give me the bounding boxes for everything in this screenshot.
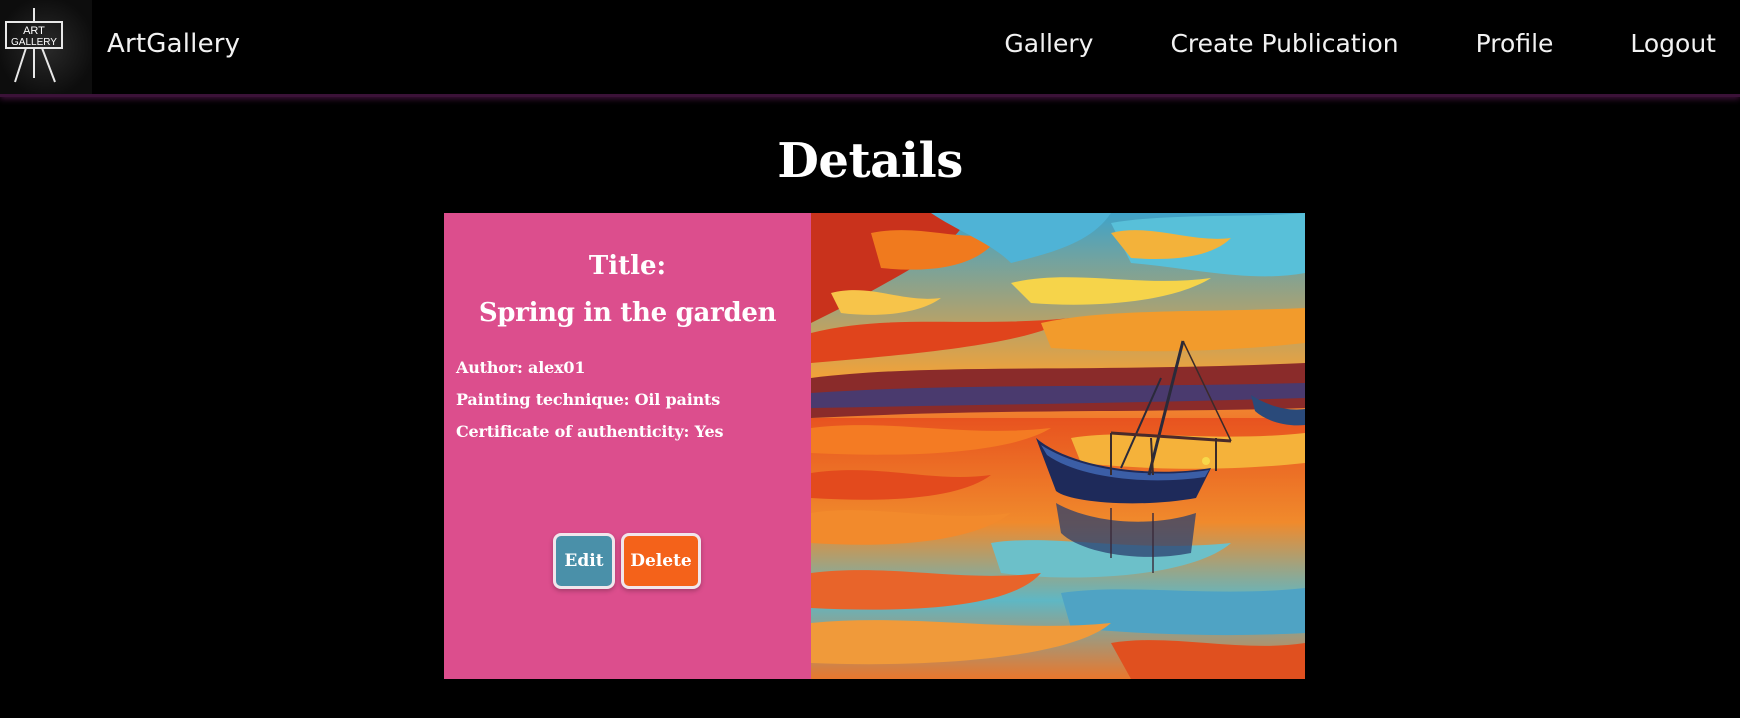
painting-artwork <box>811 213 1305 679</box>
easel-logo-icon: ART GALLERY <box>5 8 63 83</box>
nav-create-publication-link[interactable]: Create Publication <box>1170 29 1398 58</box>
logo-text-gallery: GALLERY <box>11 37 57 48</box>
page-title: Details <box>777 133 963 189</box>
navbar: ART GALLERY ArtGallery Gallery Create Pu… <box>0 0 1740 97</box>
brand-name[interactable]: ArtGallery <box>107 29 240 59</box>
title-value: Spring in the garden <box>478 298 777 328</box>
logo[interactable]: ART GALLERY <box>0 0 92 94</box>
certificate-text: Certificate of authenticity: Yes <box>456 422 724 441</box>
author-text: Author: alex01 <box>456 358 586 377</box>
nav-logout-link[interactable]: Logout <box>1630 29 1716 58</box>
technique-text: Painting technique: Oil paints <box>456 390 721 409</box>
main-nav: Gallery Create Publication Profile Logou… <box>1004 29 1716 58</box>
edit-button[interactable]: Edit <box>553 533 615 589</box>
painting-image <box>811 213 1305 679</box>
delete-button[interactable]: Delete <box>621 533 701 589</box>
title-label: Title: <box>588 251 667 281</box>
nav-profile-link[interactable]: Profile <box>1476 29 1554 58</box>
details-card: Title: Spring in the garden Author: alex… <box>444 213 1305 679</box>
nav-gallery-link[interactable]: Gallery <box>1004 29 1093 58</box>
logo-text-art: ART <box>23 25 45 37</box>
details-info-panel: Title: Spring in the garden Author: alex… <box>444 213 811 679</box>
